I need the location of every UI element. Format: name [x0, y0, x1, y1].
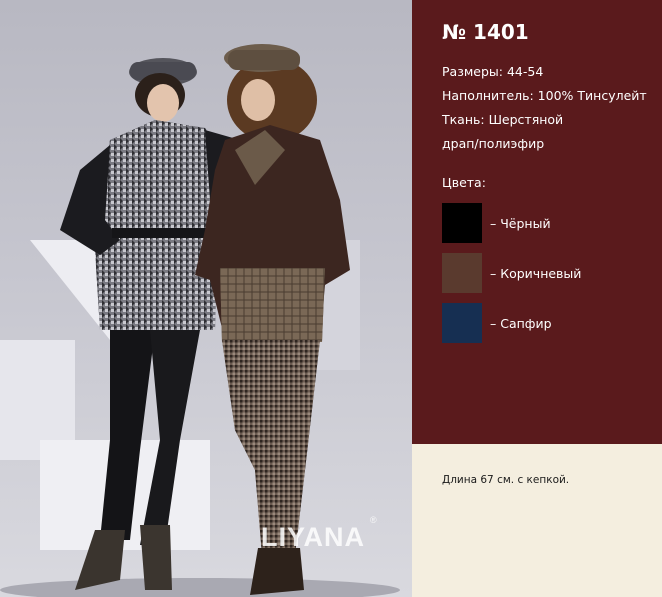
- color-option-black[interactable]: – Чёрный: [442, 203, 551, 243]
- color-option-brown[interactable]: – Коричневый: [442, 253, 581, 293]
- color-swatch: [442, 203, 482, 243]
- brand-logo: LIYANA: [260, 521, 366, 552]
- registered-mark: ®: [370, 515, 377, 525]
- color-option-sapphire[interactable]: – Сапфир: [442, 303, 552, 343]
- colors-label: Цвета:: [442, 175, 486, 190]
- model-number: № 1401: [442, 20, 529, 44]
- length-note: Длина 67 см. с кепкой.: [442, 474, 570, 486]
- spec-filler: Наполнитель: 100% Тинсулейт: [442, 88, 647, 103]
- color-swatch: [442, 253, 482, 293]
- product-info-panel: № 1401 Размеры: 44-54 Наполнитель: 100% …: [412, 0, 662, 444]
- color-label: – Чёрный: [490, 215, 551, 231]
- color-label: – Сапфир: [490, 315, 552, 331]
- color-label: – Коричневый: [490, 265, 582, 281]
- spec-sizes: Размеры: 44-54: [442, 64, 544, 79]
- models-illustration: [0, 44, 400, 597]
- description-area: Длина 67 см. с кепкой.: [412, 444, 662, 597]
- product-photo: LIYANA ®: [0, 0, 412, 597]
- color-swatch: [442, 303, 482, 343]
- spec-fabric-continued: драп/полиэфир: [442, 136, 545, 151]
- spec-fabric: Ткань: Шерстяной: [442, 112, 564, 127]
